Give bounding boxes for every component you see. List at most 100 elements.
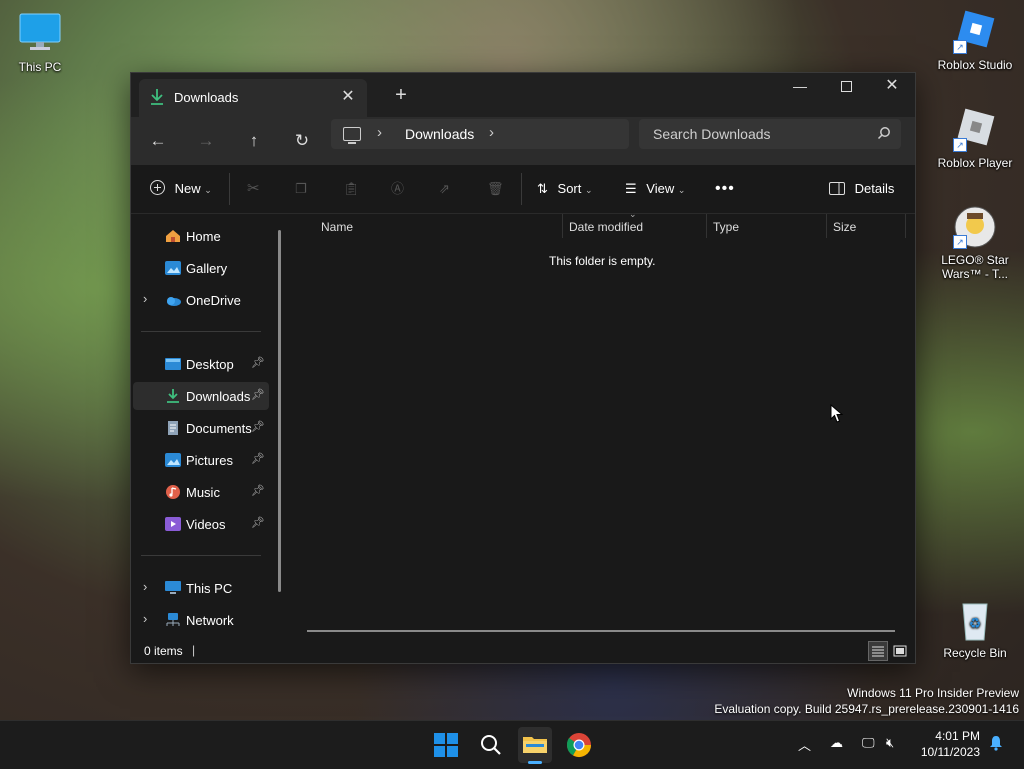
sort-indicator-icon: ⌄ [629, 209, 637, 219]
new-button[interactable]: New ⌄ [149, 177, 215, 201]
desktop-icon-lego[interactable]: ↗ LEGO® Star Wars™ - T... [935, 205, 1015, 281]
breadcrumb-downloads[interactable]: Downloads [405, 126, 474, 142]
ellipsis-icon: ••• [715, 180, 735, 197]
details-button[interactable]: Details [829, 177, 894, 201]
sidebar-item-label: Home [186, 229, 221, 244]
close-window-button[interactable]: ✕ [869, 73, 915, 101]
pin-icon[interactable]: 📌︎ [251, 356, 265, 369]
file-explorer-taskbar-button[interactable] [518, 727, 552, 764]
back-button[interactable]: ← [143, 127, 173, 155]
sidebar-item-home[interactable]: Home [133, 222, 269, 250]
file-list-pane: Name Date modified ⌄ Type Size This fold… [289, 209, 915, 641]
delete-button[interactable]: 🗑︎ [487, 177, 504, 201]
sidebar-item-desktop[interactable]: Desktop 📌︎ [133, 350, 269, 378]
desktop-icon-label: This PC [18, 60, 62, 74]
details-button-label: Details [854, 181, 895, 196]
volume-muted-icon[interactable]: 🔇︎ [886, 735, 894, 751]
column-divider[interactable] [905, 214, 906, 238]
notification-bell-icon[interactable] [988, 735, 1004, 754]
share-button[interactable]: ⇗ [439, 177, 450, 201]
sidebar-item-onedrive[interactable]: › OneDrive [133, 286, 269, 314]
view-button-label: View [646, 181, 675, 196]
desktop-icon-recycle-bin[interactable]: ♻ Recycle Bin [935, 598, 1015, 660]
chevron-right-icon[interactable]: › [143, 579, 147, 594]
refresh-button[interactable]: ↻ [287, 127, 317, 155]
sidebar-item-label: This PC [186, 581, 233, 596]
view-button[interactable]: ☰ View ⌄ [625, 177, 685, 201]
column-header-name[interactable]: Name [321, 220, 353, 234]
address-bar[interactable]: › Downloads › [331, 119, 629, 149]
pin-icon[interactable]: 📌︎ [251, 484, 265, 497]
active-app-indicator [528, 761, 542, 764]
sidebar-item-gallery[interactable]: Gallery [133, 254, 269, 282]
search-box[interactable]: Search Downloads [639, 119, 901, 149]
horizontal-scrollbar[interactable] [307, 630, 895, 632]
copy-button[interactable]: ❐ [295, 177, 307, 201]
share-icon: ⇗ [439, 181, 450, 196]
shortcut-arrow-icon: ↗ [953, 138, 967, 152]
chevron-right-icon[interactable]: › [143, 611, 147, 626]
network-status-icon[interactable]: 🖵︎ [862, 735, 875, 751]
column-header-type[interactable]: Type [713, 220, 739, 234]
copy-icon: ❐ [295, 181, 307, 196]
sidebar-item-network[interactable]: › Network [133, 606, 269, 634]
sidebar-scrollbar[interactable] [278, 230, 281, 592]
forward-button[interactable]: → [191, 127, 221, 155]
column-divider[interactable] [826, 214, 827, 238]
sidebar-item-documents[interactable]: Documents 📌︎ [133, 414, 269, 442]
system-clock[interactable]: 4:01 PM 10/11/2023 [921, 728, 980, 760]
pin-icon[interactable]: 📌︎ [251, 452, 265, 465]
new-tab-button[interactable]: + [389, 85, 413, 109]
up-button[interactable]: ↑ [239, 127, 269, 155]
sort-button[interactable]: ⇅ Sort ⌄ [537, 177, 593, 201]
desktop-icon-label: LEGO® Star Wars™ - T... [941, 253, 1009, 281]
desktop-icon-label: Roblox Studio [937, 58, 1013, 72]
column-header-date-modified[interactable]: Date modified [569, 220, 643, 234]
close-tab-icon[interactable]: ✕ [337, 87, 359, 109]
start-button[interactable] [430, 729, 462, 761]
chrome-taskbar-button[interactable] [563, 729, 595, 761]
breadcrumb-chevron-icon[interactable]: › [489, 124, 494, 141]
cut-button[interactable]: ✂ [247, 177, 260, 201]
show-hidden-icons-chevron-icon[interactable]: ︿ [798, 735, 811, 754]
sidebar-item-label: Music [186, 485, 220, 500]
toolbar-divider [229, 173, 230, 205]
paste-button[interactable]: 📋︎ [343, 177, 360, 201]
onedrive-status-icon[interactable]: ☁ [830, 735, 843, 751]
roblox-player-icon: ↗ [953, 108, 997, 152]
network-icon [166, 613, 180, 626]
column-header-size[interactable]: Size [833, 220, 856, 234]
sidebar-item-downloads[interactable]: Downloads 📌︎ [133, 382, 269, 410]
navigation-pane: Home Gallery › OneDrive Desktop 📌︎ Downl… [131, 214, 283, 641]
sidebar-item-pictures[interactable]: Pictures 📌︎ [133, 446, 269, 474]
sidebar-item-music[interactable]: Music 📌︎ [133, 478, 269, 506]
desktop-icon-roblox-studio[interactable]: ↗ Roblox Studio [935, 10, 1015, 72]
toolbar-divider [521, 173, 522, 205]
minimize-button[interactable]: — [777, 73, 823, 101]
tab-downloads[interactable]: Downloads ✕ [139, 79, 367, 117]
column-divider[interactable] [706, 214, 707, 238]
chevron-down-icon: ⌄ [677, 185, 686, 195]
svg-text:♻: ♻ [969, 616, 982, 632]
sidebar-item-this-pc[interactable]: › This PC [133, 574, 269, 602]
large-icons-view-button[interactable] [890, 641, 910, 661]
plus-circle-icon [150, 180, 165, 195]
more-options-button[interactable]: ••• [715, 177, 735, 201]
pin-icon[interactable]: 📌︎ [251, 516, 265, 529]
search-input[interactable]: Search Downloads [653, 126, 771, 142]
details-view-button[interactable] [868, 641, 888, 661]
rename-button[interactable]: Ⓐ [391, 177, 404, 201]
rename-icon: Ⓐ [391, 181, 405, 196]
clipboard-icon: 📋︎ [343, 181, 360, 196]
sidebar-item-label: Pictures [186, 453, 233, 468]
search-button[interactable] [475, 729, 507, 761]
sidebar-item-videos[interactable]: Videos 📌︎ [133, 510, 269, 538]
chevron-right-icon[interactable]: › [143, 291, 147, 306]
maximize-button[interactable] [823, 73, 869, 101]
pin-icon[interactable]: 📌︎ [251, 420, 265, 433]
desktop-icon-roblox-player[interactable]: ↗ Roblox Player [935, 108, 1015, 170]
column-divider[interactable] [562, 214, 563, 238]
desktop-icon-this-pc[interactable]: This PC [0, 12, 80, 74]
sidebar-item-label: Desktop [186, 357, 234, 372]
pin-icon[interactable]: 📌︎ [251, 388, 265, 401]
